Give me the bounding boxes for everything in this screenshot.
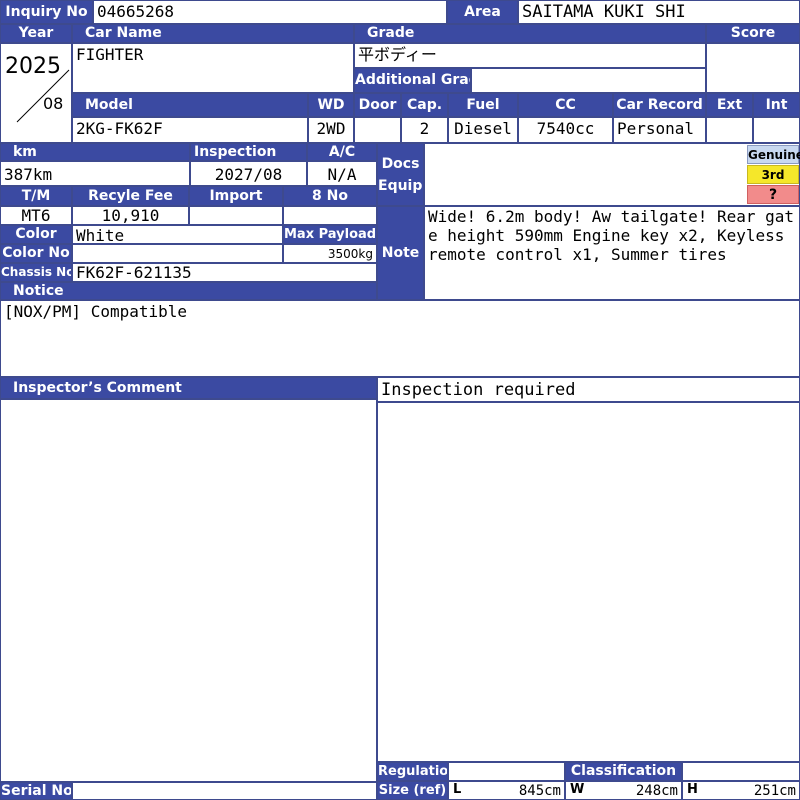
- inspection-label: Inspection: [190, 143, 307, 161]
- ac-label: A/C: [307, 143, 377, 161]
- grade-label: Grade: [354, 24, 706, 43]
- car-name-label: Car Name: [72, 24, 354, 43]
- size-height-label: H: [687, 782, 698, 797]
- inquiry-no-value: 04665268: [93, 0, 447, 24]
- door-label: Door: [354, 93, 401, 117]
- model-label: Model: [72, 93, 308, 117]
- serial-no-label: Serial No: [0, 782, 72, 800]
- door-value: [354, 117, 401, 143]
- size-length-label: L: [453, 782, 462, 797]
- year-value: 2025: [5, 54, 61, 79]
- size-width-number: 248cm: [635, 783, 678, 799]
- docs-equips-value: [424, 143, 800, 206]
- classification-label: Classification: [565, 762, 682, 781]
- tm-label: T/M: [0, 186, 72, 206]
- serial-no-value: [72, 782, 377, 800]
- size-length-number: 845cm: [518, 783, 561, 799]
- recycle-fee-label: Recyle Fee: [72, 186, 189, 206]
- inspector-comment-left-area: [0, 399, 377, 782]
- year-month: 08: [43, 94, 64, 113]
- chassis-no-label: Chassis No: [0, 263, 72, 282]
- regulation-label: Regulation: [377, 762, 448, 781]
- fuel-label: Fuel: [448, 93, 518, 117]
- ext-value: [706, 117, 753, 143]
- car-name-value: FIGHTER: [72, 43, 354, 93]
- notice-label: Notice: [0, 282, 377, 300]
- score-label: Score: [706, 24, 800, 43]
- fuel-value: Diesel: [448, 117, 518, 143]
- cap-value: 2: [401, 117, 448, 143]
- cc-value: 7540cc: [518, 117, 613, 143]
- note-value: Wide! 6.2m body! Aw tailgate! Rear gate …: [424, 206, 800, 300]
- size-width-label: W: [570, 782, 585, 797]
- car-record-label: Car Record: [613, 93, 706, 117]
- inquiry-no-label: Inquiry No: [0, 0, 93, 24]
- color-no-label: Color No: [0, 244, 72, 263]
- cc-label: CC: [518, 93, 613, 117]
- size-ref-label: Size (ref): [377, 781, 448, 800]
- size-height-number: 251cm: [753, 783, 796, 799]
- import-value: [189, 206, 283, 225]
- regulation-value: [448, 762, 565, 781]
- inspector-comment-label: Inspector’s Comment: [0, 377, 377, 399]
- max-payload-label: Max Payload: [283, 225, 377, 244]
- int-value: [753, 117, 800, 143]
- cap-label: Cap.: [401, 93, 448, 117]
- size-height-value: H 251cm: [682, 781, 800, 800]
- color-label: Color: [0, 225, 72, 244]
- eight-no-value: [283, 206, 377, 225]
- classification-value: [682, 762, 800, 781]
- year-cell: 2025 08: [0, 43, 72, 143]
- genuine-badge: Genuine: [747, 145, 800, 164]
- inspector-comment-right-area: [377, 402, 800, 762]
- eight-no-label: 8 No: [283, 186, 377, 206]
- docs-label: Docs: [381, 156, 420, 172]
- wd-label: WD: [308, 93, 354, 117]
- ext-label: Ext: [706, 93, 753, 117]
- note-label: Note: [377, 206, 424, 300]
- additional-grade-label: Additional Grade: [354, 68, 471, 93]
- wd-value: 2WD: [308, 117, 354, 143]
- additional-grade-value: [471, 68, 706, 93]
- docs-equips-label: Docs Equips: [377, 143, 424, 206]
- ac-value: N/A: [307, 161, 377, 186]
- grade-value: 平ボディー: [354, 43, 706, 68]
- size-length-value: L 845cm: [448, 781, 565, 800]
- import-label: Import: [189, 186, 283, 206]
- area-value: SAITAMA KUKI SHI: [518, 0, 800, 24]
- notice-value: [NOX/PM] Compatible: [0, 300, 800, 377]
- recycle-fee-value: 10,910: [72, 206, 189, 225]
- model-value: 2KG-FK62F: [72, 117, 308, 143]
- area-label: Area: [447, 0, 518, 24]
- inspector-comment-value: Inspection required: [377, 377, 800, 402]
- color-no-value: [72, 244, 283, 263]
- int-label: Int: [753, 93, 800, 117]
- third-party-badge: 3rd Party: [747, 165, 799, 200]
- tm-value: MT6: [0, 206, 72, 225]
- car-record-value: Personal: [613, 117, 706, 143]
- size-width-value: W 248cm: [565, 781, 682, 800]
- km-value: 387km: [0, 161, 190, 186]
- color-value: White: [72, 225, 283, 244]
- score-value: [706, 43, 800, 93]
- year-label: Year: [0, 24, 72, 43]
- inspection-value: 2027/08: [190, 161, 307, 186]
- equips-label: Equips: [378, 178, 423, 194]
- max-payload-value: 3500kg: [283, 244, 377, 263]
- km-label: km: [0, 143, 190, 161]
- unknown-badge: ?: [747, 185, 799, 204]
- chassis-no-value: FK62F-621135: [72, 263, 377, 282]
